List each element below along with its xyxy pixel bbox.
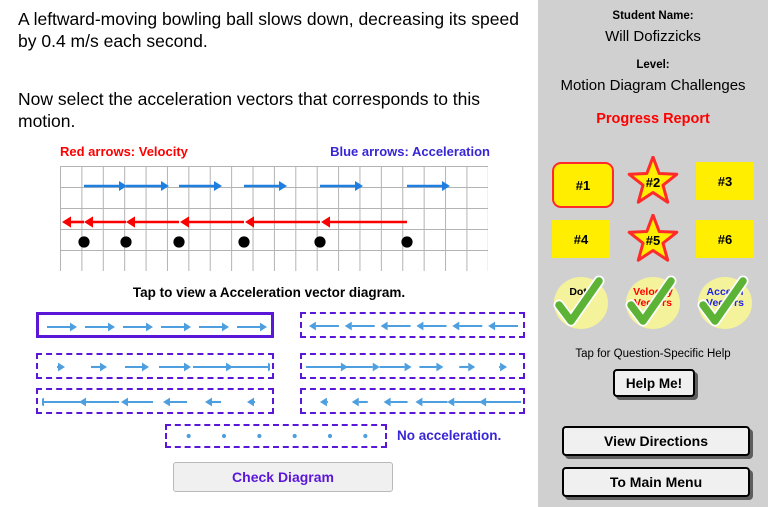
answer-option-4[interactable]: [300, 353, 525, 379]
progress-badge-3[interactable]: #3: [696, 162, 754, 200]
progress-badge-2[interactable]: #2: [622, 156, 684, 208]
answer-option-6[interactable]: [300, 388, 525, 414]
check-diagram-button[interactable]: Check Diagram: [173, 462, 393, 492]
progress-badge-4[interactable]: #4: [552, 220, 610, 258]
help-badge-dots[interactable]: Dots: [550, 275, 612, 333]
diagram-legend: Red arrows: Velocity Blue arrows: Accele…: [60, 144, 490, 159]
legend-acceleration-label: Blue arrows: Acceleration: [330, 144, 490, 159]
answer-option-2[interactable]: [300, 312, 525, 338]
help-caption: Tap for Question-Specific Help: [575, 348, 731, 360]
help-badge-row: Dots Velocity Vectors Accel'n Vectors: [538, 275, 768, 337]
student-name-value: Will Dofizzicks: [605, 28, 701, 45]
answer-option-3[interactable]: [36, 353, 274, 379]
tap-to-view-caption: Tap to view a Acceleration vector diagra…: [132, 285, 406, 300]
progress-badge-label: #5: [645, 232, 661, 248]
progress-badge-label: #2: [645, 174, 661, 190]
question-prompt: A leftward-moving bowling ball slows dow…: [18, 9, 519, 52]
no-acceleration-label: No acceleration.: [397, 428, 502, 443]
help-me-button[interactable]: Help Me!: [613, 369, 695, 397]
checkmark-icon: [625, 275, 677, 327]
progress-badge-6[interactable]: #6: [696, 220, 754, 258]
question-instruction: Now select the acceleration vectors that…: [18, 89, 481, 132]
level-value: Motion Diagram Challenges: [560, 77, 746, 94]
motion-diagram[interactable]: [60, 166, 488, 271]
no-acceleration-option-row: No acceleration.: [165, 424, 501, 448]
legend-velocity-label: Red arrows: Velocity: [60, 144, 188, 159]
main-panel: A leftward-moving bowling ball slows dow…: [0, 0, 538, 507]
progress-badge-1[interactable]: #1: [552, 162, 614, 208]
help-badge-velocity-vectors[interactable]: Velocity Vectors: [622, 275, 684, 333]
sidebar: Student Name: Will Dofizzicks Level: Mot…: [538, 0, 768, 507]
answer-option-5[interactable]: [36, 388, 274, 414]
progress-badge-label: #6: [717, 231, 733, 247]
motion-diagram-vectors: [62, 181, 450, 248]
level-label: Level:: [636, 59, 670, 71]
progress-badge-grid: #1 #2 #3 #4 #5 #6: [538, 156, 768, 268]
progress-report-title: Progress Report: [596, 111, 710, 127]
student-name-label: Student Name:: [612, 10, 694, 22]
help-badge-accel-n-vectors[interactable]: Accel'n Vectors: [694, 275, 756, 333]
to-main-menu-button[interactable]: To Main Menu: [562, 467, 750, 497]
progress-badge-label: #1: [575, 177, 591, 193]
no-acceleration-option[interactable]: [165, 424, 387, 448]
progress-badge-label: #3: [717, 173, 733, 189]
progress-badge-5[interactable]: #5: [622, 214, 684, 266]
progress-badge-label: #4: [573, 231, 589, 247]
view-directions-button[interactable]: View Directions: [562, 426, 750, 456]
checkmark-icon: [553, 275, 605, 327]
checkmark-icon: [697, 275, 749, 327]
answer-option-1[interactable]: [36, 312, 274, 338]
